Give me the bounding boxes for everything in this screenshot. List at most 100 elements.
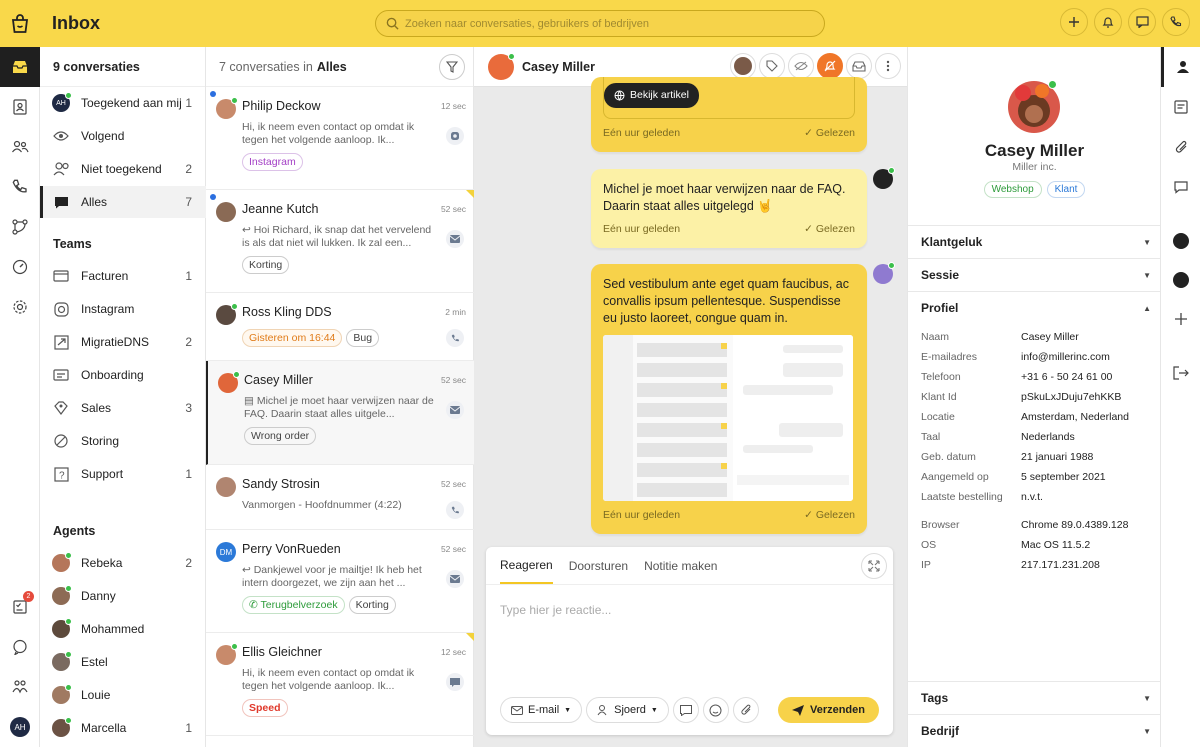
agent-danny[interactable]: Danny <box>40 580 206 612</box>
conversation-preview: Hi, ik neem even contact op omdat ik teg… <box>242 121 415 146</box>
conversation-item[interactable]: Philip Deckow 12 sec Hi, ik neem even co… <box>206 87 474 190</box>
messages-button[interactable] <box>1128 8 1156 36</box>
tab-forward[interactable]: Doorsturen <box>569 547 644 584</box>
archive-button[interactable] <box>846 53 872 79</box>
rail-conversations-tab[interactable] <box>1161 167 1200 207</box>
hide-button[interactable] <box>788 53 814 79</box>
team-support[interactable]: ? Support 1 <box>40 458 206 490</box>
attach-button[interactable] <box>732 697 759 723</box>
search-input[interactable]: Zoeken naar conversaties, gebruikers of … <box>375 10 825 37</box>
field-value: info@millerinc.com <box>1021 351 1110 363</box>
read-label: Gelezen <box>815 223 855 235</box>
conversation-item-active[interactable]: Casey Miller 52 sec ▤ Michel je moet haa… <box>206 361 474 465</box>
rail-chat[interactable] <box>0 627 40 667</box>
conversation-item[interactable]: Jeanne Kutch 52 sec ↩ Hoi Richard, ik sn… <box>206 190 474 293</box>
section-session[interactable]: Sessie ▼ <box>908 258 1161 291</box>
note-icon <box>1174 100 1188 114</box>
rail-flows[interactable] <box>0 207 40 247</box>
section-tags[interactable]: Tags ▼ <box>908 681 1161 714</box>
conversation-time: 12 sec <box>440 101 466 111</box>
phone-button[interactable] <box>1162 8 1190 36</box>
section-happiness[interactable]: Klantgeluk ▼ <box>908 225 1161 258</box>
rail-profile-tab[interactable] <box>1161 47 1200 87</box>
template-button[interactable] <box>672 697 699 723</box>
rail-settings[interactable] <box>0 287 40 327</box>
nav-all[interactable]: Alles 7 <box>40 186 206 218</box>
rail-inbox[interactable] <box>0 47 40 87</box>
assignee-avatar <box>734 57 752 75</box>
agent-mohammed[interactable]: Mohammed <box>40 613 206 645</box>
agents-heading: Agents <box>53 524 96 538</box>
mute-button[interactable] <box>817 53 843 79</box>
users-icon <box>12 140 29 153</box>
filter-button[interactable] <box>439 54 465 80</box>
nav-following[interactable]: Volgend <box>40 120 206 152</box>
rail-attachments-tab[interactable] <box>1161 127 1200 167</box>
field-key: Browser <box>921 519 960 531</box>
section-company[interactable]: Bedrijf ▼ <box>908 714 1161 747</box>
send-button[interactable]: Verzenden <box>777 697 879 723</box>
agent-estel[interactable]: Estel <box>40 646 206 678</box>
message-time: Eén uur geleden <box>603 127 681 139</box>
tab-reply[interactable]: Reageren <box>500 547 553 584</box>
phone-icon <box>12 179 27 193</box>
agent-select[interactable]: Sjoerd ▼ <box>586 697 669 723</box>
rail-users[interactable] <box>0 127 40 167</box>
chat-icon <box>446 673 464 691</box>
rail-integration-2[interactable] <box>1161 260 1200 300</box>
expand-button[interactable] <box>861 553 887 579</box>
contact-profile: Casey Miller Miller inc. Webshop Klant K… <box>907 47 1161 747</box>
section-profile[interactable]: Profiel ▲ <box>908 291 1161 324</box>
tag-button[interactable] <box>759 53 785 79</box>
notifications-button[interactable] <box>1094 8 1122 36</box>
rail-integration-1[interactable] <box>1161 221 1200 261</box>
rail-add-integration[interactable] <box>1161 299 1200 339</box>
conversation-item[interactable]: Sandy Strosin 52 sec Vanmorgen - Hoofdnu… <box>206 465 474 530</box>
snooze-tag: Gisteren om 16:44 <box>242 329 343 347</box>
team-storing[interactable]: Storing <box>40 425 206 457</box>
team-facturen[interactable]: Facturen 1 <box>40 260 206 292</box>
section-title: Klantgeluk <box>921 235 983 249</box>
more-button[interactable] <box>875 53 901 79</box>
rail-profile[interactable]: AH <box>0 707 40 747</box>
agent-rebeka[interactable]: Rebeka 2 <box>40 547 206 579</box>
tag: Wrong order <box>244 427 317 445</box>
team-migratiedns[interactable]: MigratieDNS 2 <box>40 326 206 358</box>
conversation-item[interactable]: Ellis Gleichner 12 sec Hi, ik neem even … <box>206 633 474 736</box>
assignee-button[interactable] <box>730 53 756 79</box>
agent-marcella[interactable]: Marcella 1 <box>40 712 206 744</box>
team-onboarding[interactable]: Onboarding <box>40 359 206 391</box>
tab-note[interactable]: Notitie maken <box>644 547 733 584</box>
channel-select[interactable]: E-mail ▼ <box>500 697 583 723</box>
reply-input[interactable]: Type hier je reactie... <box>500 603 611 617</box>
conversation-preview: ↩ Hoi Richard, ik snap dat het vervelend… <box>242 224 432 250</box>
rail-tasks[interactable]: 2 <box>0 587 40 627</box>
avatar <box>52 717 72 737</box>
rail-notes-tab[interactable] <box>1161 87 1200 127</box>
nav-assigned-to-me[interactable]: AH Toegekend aan mij 1 <box>40 87 206 119</box>
agent-louie[interactable]: Louie <box>40 679 206 711</box>
team-sales[interactable]: Sales 3 <box>40 392 206 424</box>
rail-contacts[interactable] <box>0 87 40 127</box>
emoji-button[interactable] <box>702 697 729 723</box>
nav-unassigned[interactable]: Niet toegekend 2 <box>40 153 206 185</box>
read-status: ✓ Gelezen <box>804 509 855 521</box>
session-field: Browser Chrome 89.0.4389.128 <box>921 519 1151 531</box>
field-key: OS <box>921 539 937 551</box>
conversation-time: 52 sec <box>440 204 466 214</box>
eye-off-icon <box>794 61 808 71</box>
nav-label: Louie <box>81 688 111 702</box>
conversation-item[interactable]: Ross Kling DDS 2 min Gisteren om 16:44 Bu… <box>206 293 474 361</box>
conversation-item[interactable]: DM Perry VonRueden 52 sec ↩ Dankjewel vo… <box>206 530 474 633</box>
add-button[interactable] <box>1060 8 1088 36</box>
team-instagram[interactable]: Instagram <box>40 293 206 325</box>
rail-team[interactable] <box>0 667 40 707</box>
rail-reports[interactable] <box>0 247 40 287</box>
rail-calls[interactable] <box>0 167 40 207</box>
rail-logout[interactable] <box>1161 353 1200 393</box>
screenshot-attachment[interactable] <box>603 335 853 501</box>
view-article-button[interactable]: Bekijk artikel <box>604 83 699 108</box>
email-icon <box>446 401 464 419</box>
conversation-list: 7 conversaties in Alles Philip Deckow 12… <box>206 47 474 747</box>
nav-label: Mohammed <box>81 622 145 636</box>
